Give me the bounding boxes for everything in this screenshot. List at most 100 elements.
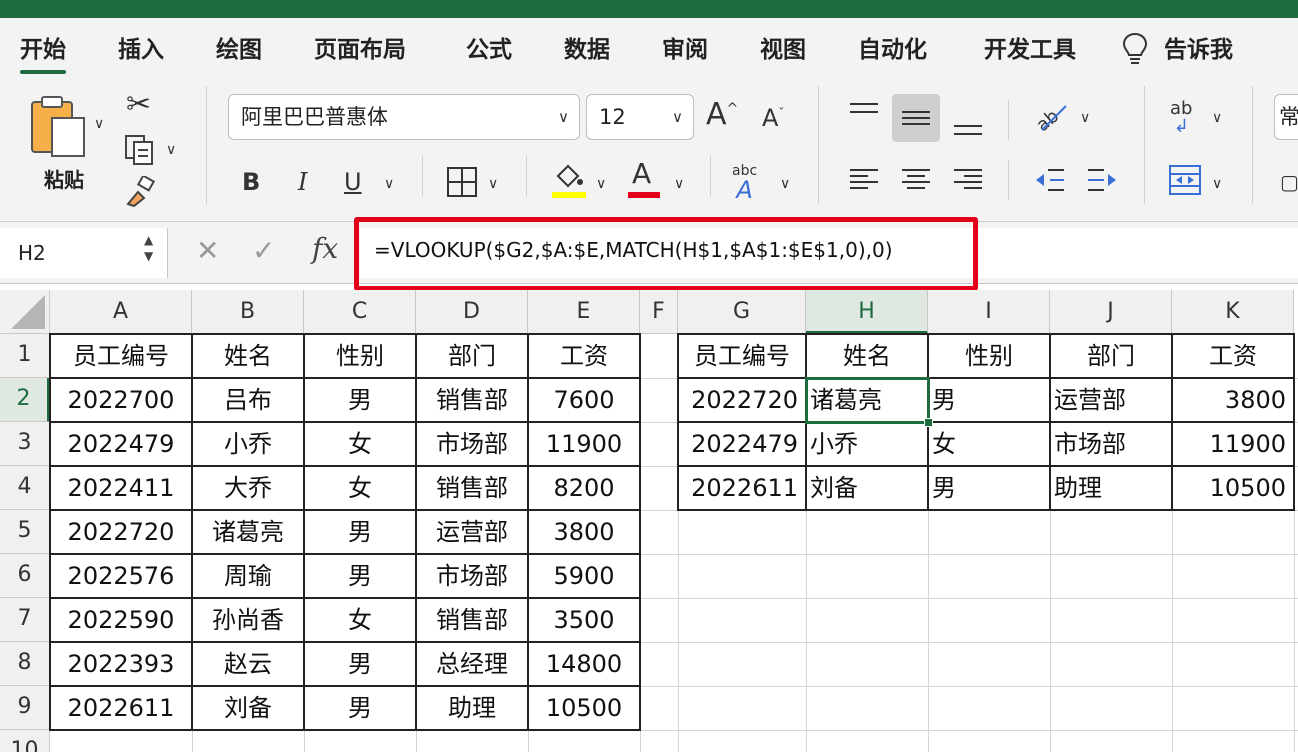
header-cell[interactable]: 姓名 — [806, 334, 928, 378]
header-cell[interactable]: 员工编号 — [678, 334, 806, 378]
header-cell[interactable]: 工资 — [1172, 334, 1294, 378]
decrease-indent-icon[interactable] — [1034, 164, 1066, 196]
column-header-f[interactable]: F — [640, 290, 678, 334]
tab-home[interactable]: 开始 — [20, 30, 66, 74]
align-top-icon[interactable] — [848, 100, 880, 132]
data-cell[interactable]: 女 — [304, 466, 416, 510]
merge-center-icon[interactable] — [1168, 164, 1202, 196]
data-cell[interactable]: 2022720 — [50, 510, 192, 554]
row-header-8[interactable]: 8 — [0, 642, 50, 686]
data-cell[interactable]: 11900 — [1172, 422, 1294, 466]
tab-page-layout[interactable]: 页面布局 — [314, 30, 406, 64]
data-cell[interactable]: 2022720 — [678, 378, 806, 422]
phonetic-icon[interactable]: abc A — [732, 164, 757, 202]
header-cell[interactable]: 性别 — [304, 334, 416, 378]
data-cell[interactable]: 市场部 — [1050, 422, 1172, 466]
data-cell[interactable]: 男 — [304, 378, 416, 422]
data-cell[interactable]: 2022590 — [50, 598, 192, 642]
increase-indent-icon[interactable] — [1086, 164, 1118, 196]
data-cell[interactable]: 2022576 — [50, 554, 192, 598]
data-cell[interactable]: 赵云 — [192, 642, 304, 686]
copy-icon[interactable] — [124, 134, 158, 166]
data-cell[interactable]: 运营部 — [1050, 378, 1172, 422]
tab-draw[interactable]: 绘图 — [216, 30, 262, 64]
data-cell[interactable]: 吕布 — [192, 378, 304, 422]
align-bottom-icon[interactable] — [952, 106, 984, 138]
data-cell[interactable]: 男 — [304, 686, 416, 730]
data-cell[interactable]: 小乔 — [806, 422, 928, 466]
grow-font-icon[interactable]: A^ — [706, 100, 738, 130]
font-size-dropdown[interactable]: 12 ∨ — [586, 94, 694, 140]
cut-icon[interactable]: ✂ — [126, 90, 151, 120]
font-color-chevron-icon[interactable]: ∨ — [674, 176, 684, 192]
row-header-7[interactable]: 7 — [0, 598, 50, 642]
data-cell[interactable]: 刘备 — [806, 466, 928, 510]
data-cell[interactable]: 2022611 — [50, 686, 192, 730]
font-name-dropdown[interactable]: 阿里巴巴普惠体 ∨ — [228, 94, 580, 140]
data-cell[interactable]: 助理 — [1050, 466, 1172, 510]
data-cell[interactable]: 市场部 — [416, 422, 528, 466]
orientation-icon[interactable]: ab — [1032, 98, 1070, 136]
data-cell[interactable]: 大乔 — [192, 466, 304, 510]
row-header-6[interactable]: 6 — [0, 554, 50, 598]
row-header-1[interactable]: 1 — [0, 334, 50, 378]
tab-automate[interactable]: 自动化 — [858, 30, 927, 64]
column-header-h[interactable]: H — [806, 290, 928, 334]
borders-chevron-icon[interactable]: ∨ — [488, 176, 498, 192]
data-cell[interactable]: 3500 — [528, 598, 640, 642]
data-cell[interactable]: 男 — [304, 510, 416, 554]
select-all-button[interactable] — [0, 290, 50, 334]
enter-icon[interactable]: ✓ — [252, 234, 275, 267]
data-cell[interactable]: 女 — [304, 598, 416, 642]
tab-insert[interactable]: 插入 — [118, 30, 164, 64]
data-cell[interactable]: 周瑜 — [192, 554, 304, 598]
row-header-10[interactable]: 10 — [0, 730, 50, 752]
name-box-spinner-icon[interactable]: ▲ ▼ — [144, 232, 153, 264]
fill-color-icon[interactable] — [552, 162, 586, 200]
data-cell[interactable]: 2022700 — [50, 378, 192, 422]
header-cell[interactable]: 部门 — [416, 334, 528, 378]
data-cell[interactable]: 11900 — [528, 422, 640, 466]
data-cell[interactable]: 10500 — [528, 686, 640, 730]
data-cell[interactable]: 8200 — [528, 466, 640, 510]
column-header-a[interactable]: A — [50, 290, 192, 334]
data-cell[interactable]: 男 — [304, 642, 416, 686]
data-cell[interactable]: 14800 — [528, 642, 640, 686]
merge-chevron-icon[interactable]: ∨ — [1212, 176, 1222, 192]
data-cell[interactable]: 小乔 — [192, 422, 304, 466]
header-cell[interactable]: 性别 — [928, 334, 1050, 378]
data-cell[interactable]: 2022411 — [50, 466, 192, 510]
borders-icon[interactable] — [446, 166, 478, 198]
data-cell[interactable]: 助理 — [416, 686, 528, 730]
name-box[interactable]: H2 — [0, 228, 168, 278]
row-header-9[interactable]: 9 — [0, 686, 50, 730]
column-header-g[interactable]: G — [678, 290, 806, 334]
row-header-2[interactable]: 2 — [0, 378, 50, 422]
data-cell[interactable]: 总经理 — [416, 642, 528, 686]
tab-tell-me[interactable]: 告诉我 — [1164, 30, 1233, 64]
align-left-icon[interactable] — [848, 164, 880, 196]
font-color-icon[interactable]: A — [632, 160, 651, 188]
lightbulb-icon[interactable] — [1122, 32, 1148, 66]
data-cell[interactable]: 男 — [928, 378, 1050, 422]
data-cell[interactable]: 诸葛亮 — [192, 510, 304, 554]
tab-data[interactable]: 数据 — [564, 30, 610, 64]
phonetic-chevron-icon[interactable]: ∨ — [780, 176, 790, 192]
column-header-d[interactable]: D — [416, 290, 528, 334]
copy-chevron-icon[interactable]: ∨ — [166, 142, 176, 158]
align-right-icon[interactable] — [952, 164, 984, 196]
header-cell[interactable]: 部门 — [1050, 334, 1172, 378]
align-middle-icon[interactable] — [900, 102, 932, 134]
data-cell[interactable]: 销售部 — [416, 378, 528, 422]
tab-review[interactable]: 审阅 — [662, 30, 708, 64]
data-cell[interactable]: 刘备 — [192, 686, 304, 730]
insert-function-button[interactable]: fx — [312, 232, 338, 265]
column-header-c[interactable]: C — [304, 290, 416, 334]
data-cell[interactable]: 市场部 — [416, 554, 528, 598]
tab-view[interactable]: 视图 — [760, 30, 806, 64]
wrap-text-chevron-icon[interactable]: ∨ — [1212, 110, 1222, 126]
data-cell[interactable]: 3800 — [1172, 378, 1294, 422]
data-cell[interactable]: 2022479 — [678, 422, 806, 466]
tab-developer[interactable]: 开发工具 — [984, 30, 1076, 64]
format-painter-icon[interactable] — [124, 176, 158, 208]
